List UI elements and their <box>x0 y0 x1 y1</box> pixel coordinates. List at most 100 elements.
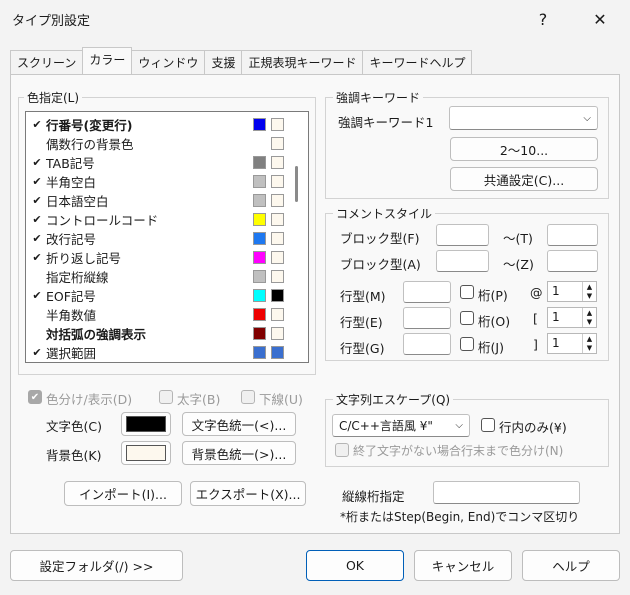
text-color-label: 文字色(C) <box>46 419 102 434</box>
line-g-input[interactable] <box>403 333 451 355</box>
bg-color-swatch <box>271 327 284 340</box>
color-group-title: 色指定(L) <box>24 89 83 106</box>
check-icon[interactable]: ✔ <box>30 213 44 226</box>
check-icon[interactable]: ✔ <box>30 251 44 264</box>
eol-color-checkbox[interactable] <box>335 443 349 457</box>
tab-color[interactable]: カラー <box>82 47 133 74</box>
comment-style-title: コメントスタイル <box>333 205 436 222</box>
list-item[interactable]: ✔ 改行記号 <box>26 229 296 248</box>
list-item[interactable]: ✔ 日本語空白 <box>26 191 296 210</box>
list-item[interactable]: ✔ 折り返し記号 <box>26 248 296 267</box>
col-o-label: 桁(O) <box>478 314 511 329</box>
col-o-stepper[interactable]: 1 ▲ ▼ <box>547 307 597 328</box>
list-item[interactable]: ✔ EOF記号 <box>26 286 296 305</box>
text-color-swatch <box>253 232 266 245</box>
escape-style-value: C/C++言語風 ¥" <box>339 419 433 433</box>
text-color-swatch <box>253 251 266 264</box>
spin-up-icon[interactable]: ▲ <box>587 309 592 317</box>
text-color-button[interactable] <box>121 412 171 436</box>
bg-color-swatch <box>271 156 284 169</box>
bg-color-swatch <box>271 251 284 264</box>
unify-bg-color-button[interactable]: 背景色統一(>)... <box>182 441 296 465</box>
list-item-label: 偶数行の背景色 <box>46 137 134 152</box>
list-item[interactable]: ✔ コントロールコード <box>26 210 296 229</box>
tab-strip: スクリーン カラー ウィンドウ 支援 正規表現キーワード キーワードヘルプ <box>10 47 473 74</box>
check-icon[interactable]: ✔ <box>30 156 44 169</box>
spin-down-icon[interactable]: ▼ <box>587 318 592 326</box>
unify-text-color-button[interactable]: 文字色統一(<)... <box>182 412 296 436</box>
spin-down-icon[interactable]: ▼ <box>587 344 592 352</box>
color-item-list[interactable]: ✔ 行番号(変更行) 偶数行の背景色 ✔ TAB記号 ✔ 半角空白 ✔ 日本語空白 ✔ コントロール… <box>25 111 309 363</box>
eol-color-label: 終了文字がない場合行末まで色分け(N) <box>353 444 564 458</box>
list-item[interactable]: 対括弧の強調表示 <box>26 324 296 343</box>
list-item[interactable]: ✔ 行番号(変更行) <box>26 115 296 134</box>
list-item[interactable]: ✔ TAB記号 <box>26 153 296 172</box>
list-item[interactable]: 半角数値 <box>26 305 296 324</box>
block-end-z-input[interactable] <box>547 250 598 272</box>
list-item[interactable]: 指定桁縦線 <box>26 267 296 286</box>
list-scrollbar[interactable] <box>295 166 298 202</box>
bg-color-swatch <box>271 289 284 302</box>
check-icon[interactable]: ✔ <box>30 289 44 302</box>
check-icon[interactable]: ✔ <box>30 346 44 359</box>
window-title: タイプ別設定 <box>12 14 91 29</box>
help-dialog-button[interactable]: ヘルプ <box>522 550 620 581</box>
import-button[interactable]: インポート(I)... <box>64 481 182 506</box>
vertical-line-note: *桁またはStep(Begin, End)でコンマ区切り <box>340 510 580 524</box>
col-o-value: 1 <box>552 310 560 324</box>
line-only-checkbox[interactable] <box>481 418 495 432</box>
list-item[interactable]: ✔ 半角空白 <box>26 172 296 191</box>
tab-support[interactable]: 支援 <box>204 50 243 74</box>
export-button[interactable]: エクスポート(X)... <box>190 481 306 506</box>
check-icon[interactable]: ✔ <box>30 194 44 207</box>
bold-checkbox[interactable] <box>159 390 173 404</box>
line-m-input[interactable] <box>403 281 451 303</box>
tilde-z-label: 〜(Z) <box>503 257 534 272</box>
close-icon[interactable]: ✕ <box>575 0 625 38</box>
block-a-label: ブロック型(A) <box>340 257 421 272</box>
ok-button[interactable]: OK <box>306 550 404 581</box>
check-icon[interactable]: ✔ <box>30 232 44 245</box>
escape-style-select[interactable]: C/C++言語風 ¥" ⌵ <box>332 414 470 437</box>
spin-up-icon[interactable]: ▲ <box>587 283 592 291</box>
spin-down-icon[interactable]: ▼ <box>587 292 592 300</box>
bg-color-swatch <box>271 308 284 321</box>
text-color-swatch <box>253 327 266 340</box>
common-settings-button[interactable]: 共通設定(C)... <box>450 167 598 191</box>
col-j-value: 1 <box>552 336 560 350</box>
col-p-checkbox[interactable] <box>460 285 474 299</box>
cancel-button[interactable]: キャンセル <box>414 550 512 581</box>
tab-regex-keyword[interactable]: 正規表現キーワード <box>241 50 364 74</box>
tab-window[interactable]: ウィンドウ <box>131 50 206 74</box>
bg-color-button[interactable] <box>121 441 171 465</box>
vertical-line-input[interactable] <box>433 481 580 504</box>
list-item[interactable]: ✔ 選択範囲 <box>26 343 296 362</box>
spin-up-icon[interactable]: ▲ <box>587 335 592 343</box>
chevron-down-icon: ⌵ <box>455 420 463 431</box>
keyword1-select[interactable]: ⌵ <box>449 106 598 130</box>
col-j-stepper[interactable]: 1 ▲ ▼ <box>547 333 597 354</box>
col-p-stepper[interactable]: 1 ▲ ▼ <box>547 281 597 302</box>
col-o-checkbox[interactable] <box>460 311 474 325</box>
tilde-t-label: 〜(T) <box>503 231 533 246</box>
line-e-label: 行型(E) <box>340 315 383 330</box>
underline-checkbox[interactable] <box>241 390 255 404</box>
check-icon[interactable]: ✔ <box>30 175 44 188</box>
help-button[interactable]: ? <box>518 0 568 38</box>
line-e-input[interactable] <box>403 307 451 329</box>
string-escape-title: 文字列エスケープ(Q) <box>333 391 454 408</box>
settings-folder-button[interactable]: 設定フォルダ(/) >> <box>10 550 183 581</box>
list-item[interactable]: 偶数行の背景色 <box>26 134 296 153</box>
keyword-range-button[interactable]: 2〜10... <box>450 137 598 161</box>
block-end-t-input[interactable] <box>547 224 598 246</box>
color-display-checkbox[interactable]: ✔ <box>28 390 42 404</box>
tab-screen[interactable]: スクリーン <box>10 50 84 74</box>
block-start-f-input[interactable] <box>436 224 489 246</box>
col-j-checkbox[interactable] <box>460 337 474 351</box>
line-g-label: 行型(G) <box>340 341 385 356</box>
block-start-a-input[interactable] <box>436 250 489 272</box>
text-color-swatch <box>253 156 266 169</box>
tab-keyword-help[interactable]: キーワードヘルプ <box>362 50 473 74</box>
check-icon[interactable]: ✔ <box>30 118 44 131</box>
bg-color-swatch <box>271 175 284 188</box>
